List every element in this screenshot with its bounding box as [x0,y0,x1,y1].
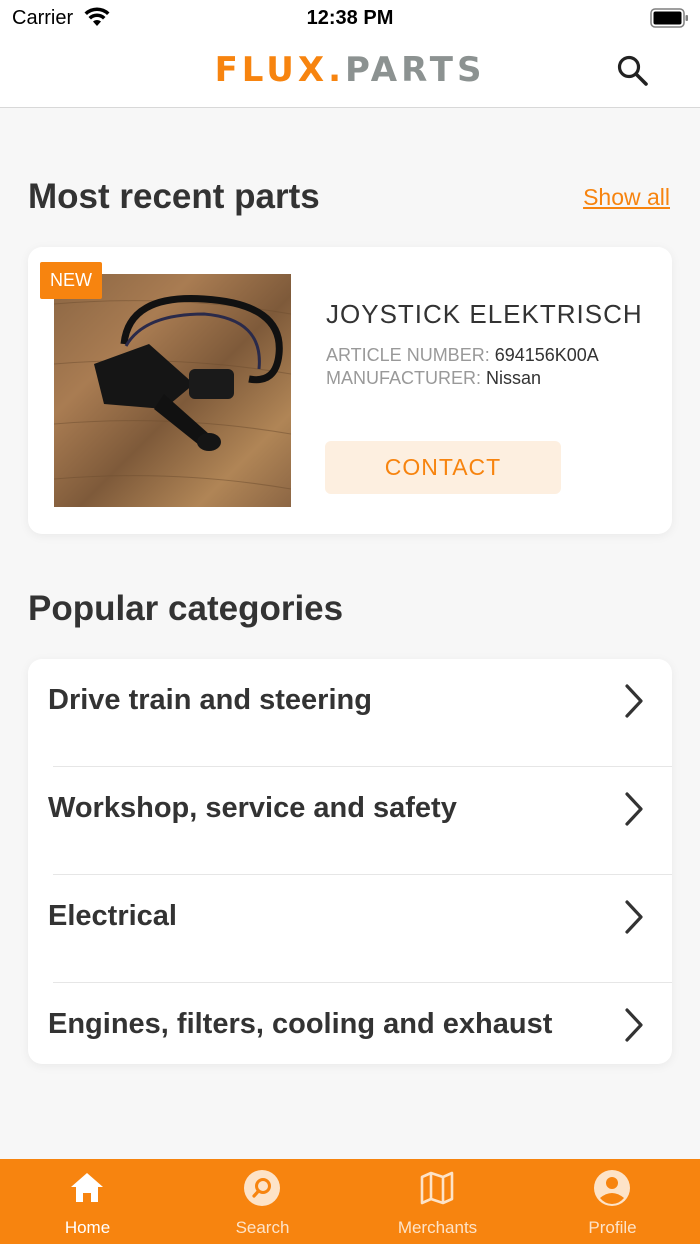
tab-label: Home [64,1218,111,1237]
search-icon[interactable] [616,54,650,88]
tab-home[interactable]: Home [0,1159,175,1244]
chevron-right-icon [625,900,643,934]
chevron-right-icon [625,684,643,718]
tab-search[interactable]: Search [175,1159,350,1244]
popular-categories-title: Popular categories [28,589,344,628]
manufacturer-line: MANUFACTURER: Nissan [326,368,541,389]
tab-label: Search [235,1218,290,1237]
recent-parts-title: Most recent parts [28,177,320,216]
show-all-link[interactable]: Show all [583,184,670,211]
bottom-tab-bar: Home Search Merchants Profile [0,1159,700,1244]
article-number-value: 694156K00A [494,345,599,365]
flux-parts-logo[interactable]: FLUX.PARTS [0,50,700,90]
tab-label: Merchants [397,1218,478,1237]
manufacturer-value: Nissan [486,368,542,388]
category-item-engines[interactable]: Engines, filters, cooling and exhaust [28,983,672,1064]
chevron-right-icon [625,1008,643,1042]
map-icon [420,1171,454,1205]
tab-profile[interactable]: Profile [525,1159,700,1244]
article-number-label: ARTICLE NUMBER: [326,345,495,365]
article-number-line: ARTICLE NUMBER: 694156K00A [326,345,599,366]
home-icon [71,1173,103,1202]
search-circle-icon [244,1170,280,1206]
product-name[interactable]: JOYSTICK ELEKTRISCH [326,299,643,330]
tab-merchants[interactable]: Merchants [350,1159,525,1244]
category-item-workshop[interactable]: Workshop, service and safety [28,767,672,875]
category-item-drive-train[interactable]: Drive train and steering [28,659,672,767]
category-label: Electrical [48,900,177,932]
product-card[interactable]: NEW JOYSTICK ELEKTRISCH ARTICLE NUMBER: … [28,247,672,534]
category-label: Engines, filters, cooling and exhaust [48,1008,553,1040]
logo-secondary: PARTS [344,50,486,90]
category-label: Workshop, service and safety [48,792,457,824]
new-badge: NEW [40,262,102,299]
battery-icon [650,8,688,28]
category-label: Drive train and steering [48,684,372,716]
product-image[interactable] [54,274,291,507]
contact-button[interactable]: CONTACT [325,441,561,494]
joystick-photo-icon [54,295,291,490]
category-item-electrical[interactable]: Electrical [28,875,672,983]
manufacturer-label: MANUFACTURER: [326,368,487,388]
chevron-right-icon [625,792,643,826]
tab-label: Profile [588,1218,637,1237]
categories-list: Drive train and steering Workshop, servi… [28,659,672,1064]
status-bar: Carrier 12:38 PM [0,0,700,36]
app-header: FLUX.PARTS [0,36,700,108]
logo-primary: FLUX. [214,50,345,90]
main-content: Most recent parts Show all NEW JOYSTICK … [0,109,700,1159]
status-time: 12:38 PM [306,7,394,29]
user-circle-icon [594,1170,630,1206]
